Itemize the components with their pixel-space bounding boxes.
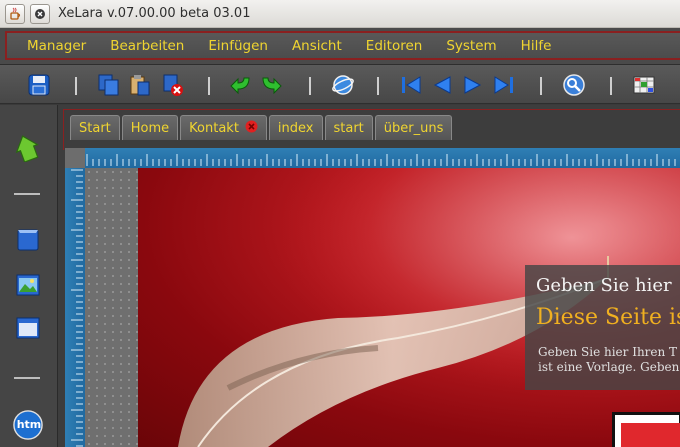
tab-ueber-uns[interactable]: über_uns: [374, 115, 453, 140]
panel-separator: [14, 377, 40, 379]
last-icon[interactable]: [492, 73, 516, 97]
menu-bar-frame: Manager Bearbeiten Einfügen Ansicht Edit…: [5, 31, 680, 60]
tab-index[interactable]: index: [268, 115, 323, 140]
panel-separator: [14, 193, 40, 195]
close-icon[interactable]: [30, 3, 50, 24]
menu-einfuegen[interactable]: Einfügen: [208, 38, 268, 54]
htm-icon[interactable]: htm: [13, 410, 43, 440]
vertical-ruler[interactable]: [65, 168, 85, 447]
first-icon[interactable]: [399, 73, 423, 97]
layer-icon[interactable]: [13, 225, 43, 255]
window-icon[interactable]: [13, 313, 43, 343]
page-element-fill: [621, 423, 680, 447]
page-subheading: Diese Seite is: [536, 305, 680, 330]
page-element-frame[interactable]: [612, 412, 680, 447]
tab-kontakt[interactable]: Kontakt: [180, 115, 267, 140]
toolbar-separator: [208, 77, 210, 95]
window-title: XeLara v.07.00.00 beta 03.01: [58, 6, 251, 21]
htm-badge-label: htm: [16, 418, 42, 431]
toolbar-separator: [377, 77, 379, 95]
toolbar-separator: [75, 77, 77, 95]
menu-bar: Manager Bearbeiten Einfügen Ansicht Edit…: [0, 28, 680, 64]
menu-manager[interactable]: Manager: [27, 38, 86, 54]
menu-ansicht[interactable]: Ansicht: [292, 38, 342, 54]
page-heading: Geben Sie hier: [536, 275, 672, 296]
toolbar-separator: [610, 77, 612, 95]
previous-icon[interactable]: [430, 73, 454, 97]
menu-hilfe[interactable]: Hilfe: [521, 38, 552, 54]
paste-icon[interactable]: [128, 73, 152, 97]
tab-home[interactable]: Home: [121, 115, 179, 140]
close-tab-icon[interactable]: [245, 120, 258, 137]
title-bar: XeLara v.07.00.00 beta 03.01: [0, 0, 680, 28]
toolbar-separator: [309, 77, 311, 95]
ruler-corner: [65, 148, 85, 168]
horizontal-ruler[interactable]: [85, 148, 680, 168]
delete-icon[interactable]: [161, 73, 185, 97]
page-tabs: Start Home Kontakt index start über_uns: [70, 115, 454, 140]
redo-icon[interactable]: [259, 73, 283, 97]
java-app-icon[interactable]: [5, 3, 25, 24]
cursor-arrow-icon[interactable]: [13, 133, 43, 163]
undo-icon[interactable]: [229, 73, 253, 97]
tab-start[interactable]: Start: [70, 115, 120, 140]
layout-icon[interactable]: [632, 73, 656, 97]
publish-icon[interactable]: [331, 73, 355, 97]
preview-icon[interactable]: [562, 73, 586, 97]
page-body-text: Geben Sie hier Ihren T ist eine Vorlage.…: [538, 345, 680, 374]
toolbar-separator: [540, 77, 542, 95]
content-overlay[interactable]: Geben Sie hier Diese Seite is Geben Sie …: [525, 265, 680, 390]
menu-editoren[interactable]: Editoren: [366, 38, 423, 54]
image-icon[interactable]: [13, 270, 43, 300]
toolbar: [0, 64, 680, 104]
next-icon[interactable]: [461, 73, 485, 97]
save-icon[interactable]: [27, 73, 51, 97]
left-tool-panel: htm: [0, 105, 58, 447]
menu-bearbeiten[interactable]: Bearbeiten: [110, 38, 184, 54]
tab-start-lower[interactable]: start: [324, 115, 373, 140]
copy-pages-icon[interactable]: [97, 73, 121, 97]
menu-system[interactable]: System: [446, 38, 496, 54]
xelara-window: XeLara v.07.00.00 beta 03.01 Manager Bea…: [0, 0, 680, 447]
